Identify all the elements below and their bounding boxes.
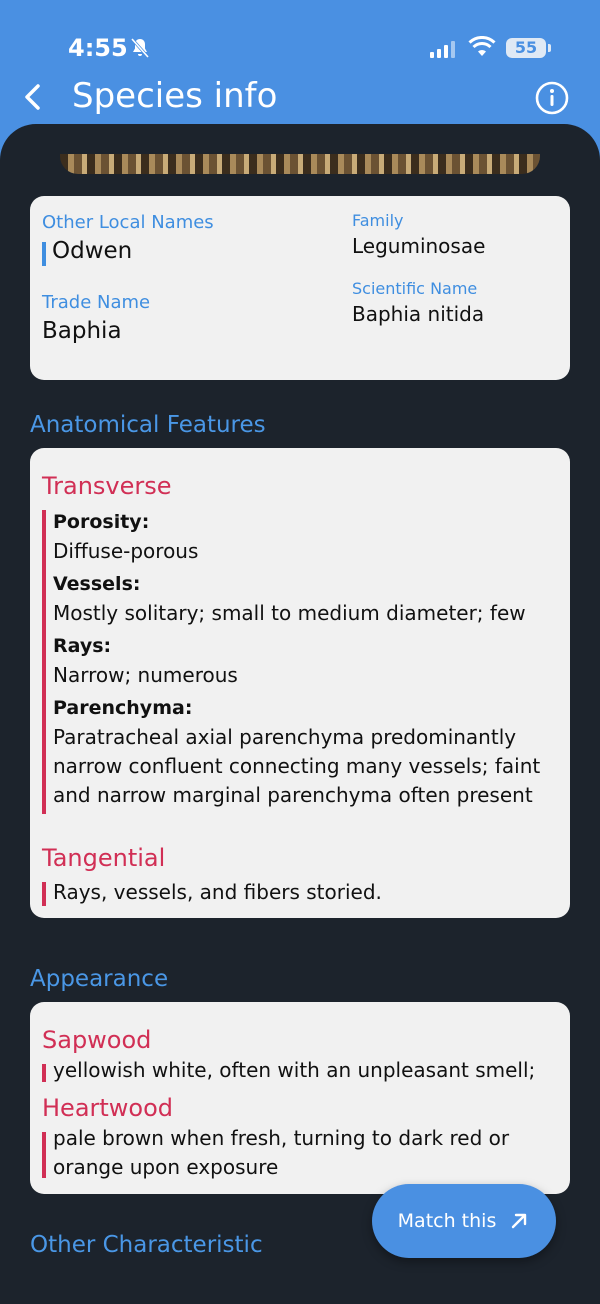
accent-bar [42,1132,46,1178]
feature-key: Parenchyma: [53,697,193,719]
trade-name-value: Baphia [42,318,122,344]
heartwood-heading: Heartwood [42,1094,174,1122]
other-characteristic-title: Other Characteristic [30,1232,263,1258]
match-this-button[interactable]: Match this [372,1184,556,1258]
silent-bell-icon [130,38,150,58]
scientific-name-label: Scientific Name [352,279,478,298]
appearance-card: Sapwood yellowish white, often with an u… [30,1002,570,1194]
feature-value: Mostly solitary; small to medium diamete… [53,601,526,625]
heartwood-value: pale brown when fresh, turning to dark r… [53,1126,510,1179]
signal-icon [430,40,455,58]
anatomical-card: Transverse Porosity: Diffuse-porous Vess… [30,448,570,918]
wifi-icon [468,36,496,56]
scientific-name-value: Baphia nitida [352,302,485,326]
info-icon[interactable] [534,80,570,116]
feature-value: Diffuse-porous [53,539,199,563]
feature-key: Rays: [53,635,112,657]
app-bar: Species info [0,70,600,130]
feature-key: Porosity: [53,511,150,533]
page-title: Species info [72,76,278,116]
family-label: Family [352,211,404,230]
other-local-names-label: Other Local Names [42,212,214,233]
transverse-heading: Transverse [42,472,172,500]
sapwood-value: yellowish white, often with an unpleasan… [53,1058,536,1082]
appearance-title: Appearance [30,966,169,992]
feature-key: Vessels: [53,573,141,595]
tangential-heading: Tangential [42,844,166,872]
tangential-value: Rays, vessels, and fibers storied. [53,880,382,904]
wood-image [60,154,540,174]
other-local-names-value: Odwen [52,238,133,264]
accent-bar [42,882,46,906]
names-card: Other Local Names Odwen Trade Name Baphi… [30,196,570,380]
status-bar: 4:55 55 [0,0,600,70]
feature-value: Paratracheal axial parenchyma predominan… [53,725,541,807]
accent-bar [42,242,46,266]
accent-bar [42,1064,46,1082]
transverse-features: Porosity: Diffuse-porous Vessels: Mostly… [53,508,563,814]
match-this-label: Match this [397,1210,497,1232]
status-time: 4:55 [68,34,128,62]
sapwood-heading: Sapwood [42,1026,152,1054]
arrow-up-right-icon [512,1213,527,1229]
back-arrow-icon[interactable] [18,80,48,114]
family-value: Leguminosae [352,234,486,258]
accent-bar [42,510,46,814]
content-sheet[interactable]: Other Local Names Odwen Trade Name Baphi… [0,124,600,1304]
feature-value: Narrow; numerous [53,663,238,687]
trade-name-label: Trade Name [42,292,151,313]
battery-indicator: 55 [506,38,551,58]
anatomical-features-title: Anatomical Features [30,412,266,438]
